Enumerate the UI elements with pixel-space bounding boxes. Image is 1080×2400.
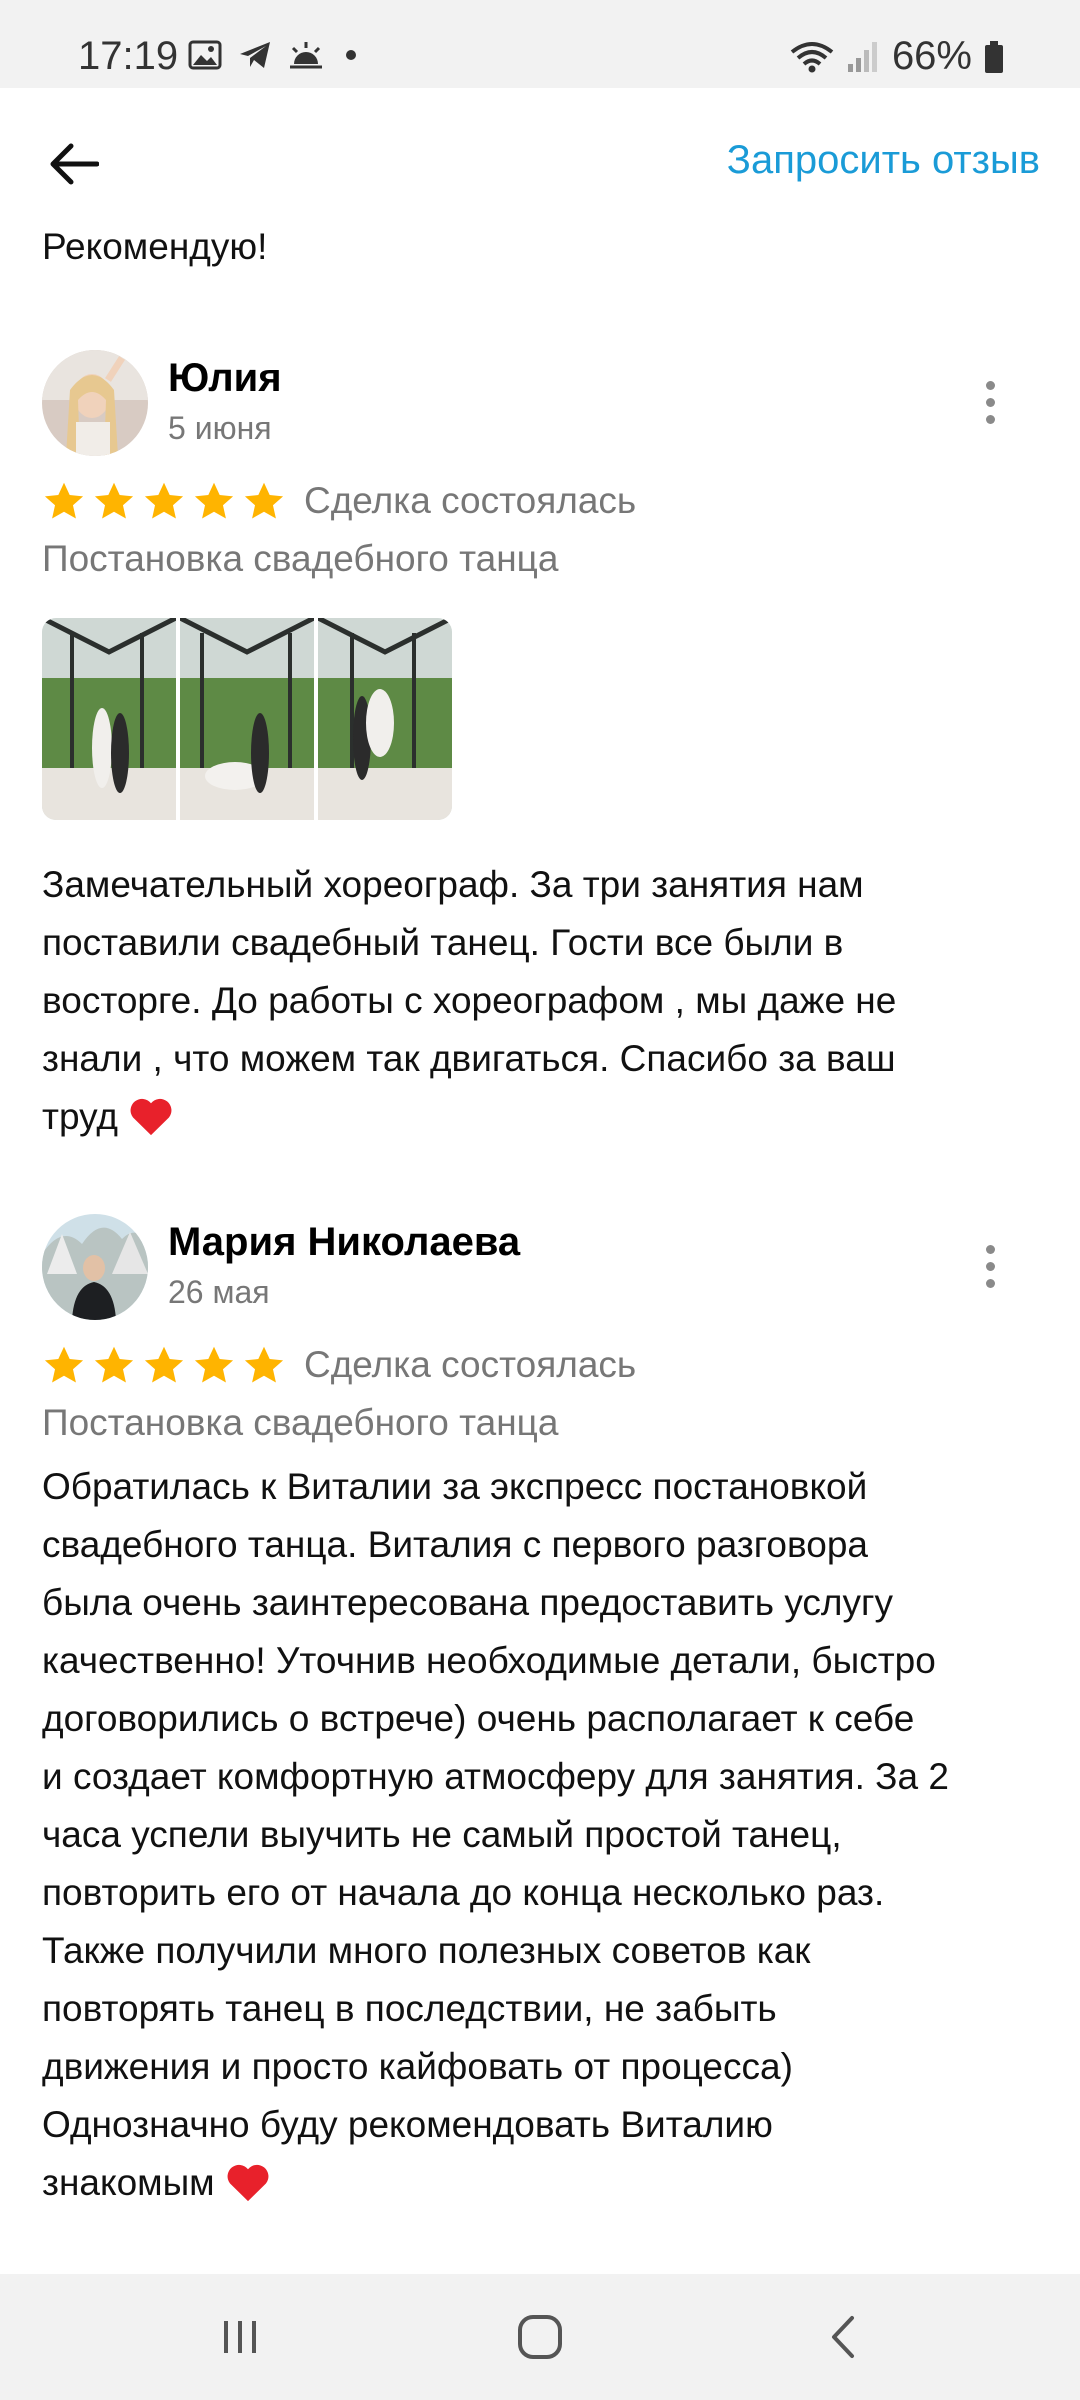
wifi-icon <box>790 41 834 72</box>
status-bar: 17:19 66% <box>0 0 1080 88</box>
gallery-icon <box>188 40 222 70</box>
star-icon <box>244 1346 284 1383</box>
weather-icon <box>290 42 322 69</box>
review-line: была очень заинтересована предоставить у… <box>42 1582 893 1623</box>
rating-stars <box>42 480 286 524</box>
review-line: свадебного танца. Виталия с первого разг… <box>42 1524 868 1565</box>
review-line: повторять танец в последствии, не забыть <box>42 1988 777 2029</box>
review-line: Однозначно буду рекомендовать Виталию <box>42 2104 773 2145</box>
more-options-button[interactable] <box>970 362 1010 442</box>
review-line: повторить его от начала до конца несколь… <box>42 1872 885 1913</box>
star-icon <box>144 482 184 519</box>
review-line: качественно! Уточнив необходимые детали,… <box>42 1640 936 1681</box>
more-options-button[interactable] <box>970 1226 1010 1306</box>
telegram-icon <box>240 42 270 68</box>
review-line: знали , что можем так двигаться. Спасибо… <box>42 1038 896 1079</box>
avatar[interactable] <box>42 350 148 456</box>
review-line: Обратилась к Виталии за экспресс постано… <box>42 1466 868 1507</box>
review-photos <box>42 618 452 820</box>
star-icon <box>94 1346 134 1383</box>
back-nav-icon <box>832 2316 854 2358</box>
back-nav-button[interactable] <box>804 2304 884 2370</box>
heart-icon <box>130 1098 172 1136</box>
system-nav-bar <box>0 2274 1080 2400</box>
previous-review-tail: Рекомендую! <box>42 226 268 267</box>
review-line: Также получили много полезных советов ка… <box>42 1930 811 1971</box>
home-button[interactable] <box>500 2304 580 2370</box>
review-line: и создает комфортную атмосферу для занят… <box>42 1756 949 1797</box>
home-icon <box>518 2315 562 2359</box>
review-date: 26 мая <box>168 1274 270 1310</box>
review-line: движения и просто кайфовать от процесса) <box>42 2046 793 2087</box>
system-indicators: 66% <box>790 34 1004 79</box>
review-text: Обратилась к Виталии за экспресс постано… <box>42 1458 1042 2212</box>
recents-icon <box>224 2321 256 2353</box>
review-line: восторге. До работы с хореографом , мы д… <box>42 980 897 1021</box>
notification-icons <box>188 40 356 70</box>
avatar[interactable] <box>42 1214 148 1320</box>
status-time: 17:19 <box>78 34 179 78</box>
heart-icon <box>227 2164 269 2202</box>
reviewer-name: Мария Николаева <box>168 1220 521 1264</box>
deal-status: Сделка состоялась <box>304 1344 637 1385</box>
star-icon <box>194 482 234 519</box>
arrow-left-icon <box>50 143 99 185</box>
service-name: Постановка свадебного танца <box>42 538 559 579</box>
deal-status: Сделка состоялась <box>304 480 637 521</box>
rating-stars <box>42 1344 286 1388</box>
service-name: Постановка свадебного танца <box>42 1402 559 1443</box>
star-icon <box>244 482 284 519</box>
signal-icon <box>847 41 877 72</box>
reviewer-name: Юлия <box>168 356 282 400</box>
star-icon <box>144 1346 184 1383</box>
review-line: договорились о встрече) очень располагае… <box>42 1698 915 1739</box>
review-text: Замечательный хореограф. За три занятия … <box>42 856 1042 1146</box>
battery-percent: 66% <box>891 34 972 78</box>
battery-icon <box>985 40 1003 73</box>
star-icon <box>194 1346 234 1383</box>
dot-icon <box>346 50 356 60</box>
recents-button[interactable] <box>200 2304 280 2370</box>
app-bar: Запросить отзыв <box>0 88 1080 238</box>
review-line: Замечательный хореограф. За три занятия … <box>42 864 864 905</box>
more-vert-icon <box>985 1244 995 1254</box>
star-icon <box>44 482 84 519</box>
back-button[interactable] <box>40 130 108 198</box>
review-line: поставили свадебный танец. Гости все был… <box>42 922 844 963</box>
review-photo[interactable] <box>180 618 314 820</box>
review-line: часа успели выучить не самый простой тан… <box>42 1814 842 1855</box>
review-date: 5 июня <box>168 410 272 446</box>
request-review-link[interactable]: Запросить отзыв <box>727 138 1040 183</box>
review-line: знакомым <box>42 2162 215 2203</box>
star-icon <box>44 1346 84 1383</box>
review-photo[interactable] <box>318 618 452 820</box>
star-icon <box>94 482 134 519</box>
more-vert-icon <box>985 380 995 390</box>
review-photo[interactable] <box>42 618 176 820</box>
review-line: труд <box>42 1096 118 1137</box>
